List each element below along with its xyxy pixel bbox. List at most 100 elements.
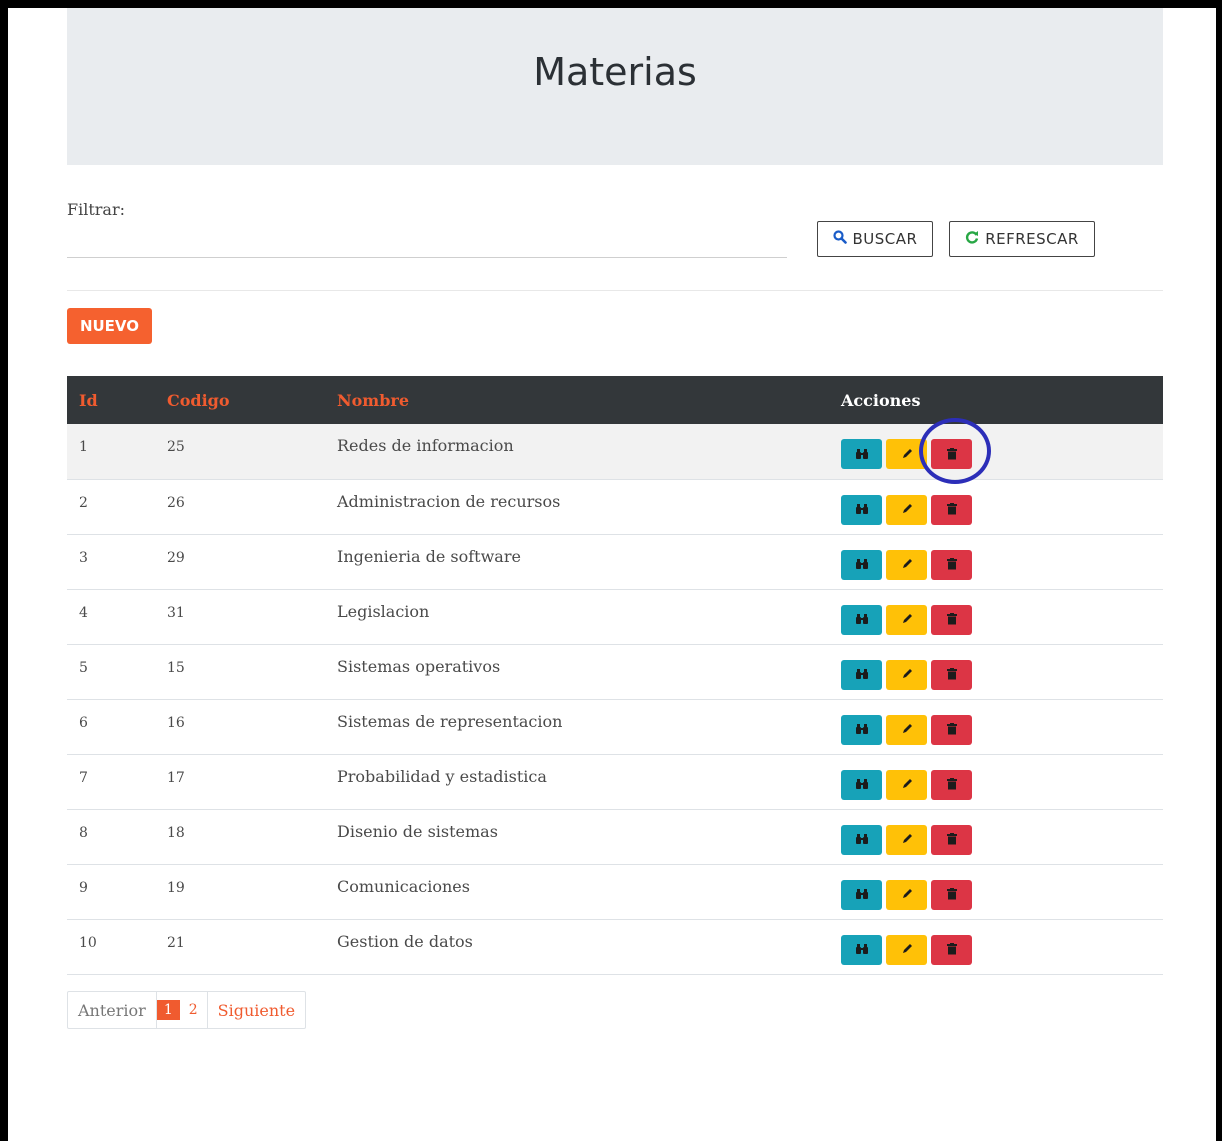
view-button[interactable] — [841, 439, 882, 469]
cell-codigo: 29 — [167, 549, 185, 566]
delete-button[interactable] — [931, 769, 972, 800]
cell-nombre: Comunicaciones — [337, 876, 470, 896]
trash-icon — [946, 720, 957, 739]
edit-button[interactable] — [886, 824, 927, 855]
cell-id: 1 — [79, 439, 88, 455]
edit-button[interactable] — [886, 934, 927, 965]
trash-icon — [946, 885, 957, 904]
cell-acciones — [829, 754, 1163, 809]
cell-nombre: Gestion de datos — [337, 931, 473, 951]
view-button[interactable] — [841, 549, 882, 580]
header-acciones: Acciones — [841, 390, 921, 410]
header-nombre[interactable]: Nombre — [325, 376, 829, 424]
cell-nombre: Redes de informacion — [337, 436, 514, 455]
edit-button[interactable] — [886, 604, 927, 635]
cell-acciones — [829, 424, 1163, 479]
pencil-icon — [901, 775, 913, 794]
pagination-page-1[interactable]: 1 — [156, 1000, 180, 1020]
edit-button[interactable] — [886, 769, 927, 800]
cell-nombre: Administracion de recursos — [337, 491, 561, 511]
edit-button[interactable] — [886, 494, 927, 525]
view-button[interactable] — [841, 824, 882, 855]
view-button[interactable] — [841, 659, 882, 690]
row-actions — [841, 769, 1163, 800]
header-codigo[interactable]: Codigo — [155, 376, 325, 424]
pencil-icon — [901, 500, 913, 519]
refrescar-button[interactable]: REFRESCAR — [949, 221, 1095, 257]
edit-button[interactable] — [886, 659, 927, 690]
cell-acciones — [829, 919, 1163, 974]
edit-button[interactable] — [886, 879, 927, 910]
pencil-icon — [901, 610, 913, 629]
binoculars-icon — [855, 940, 869, 959]
search-icon — [832, 230, 847, 248]
trash-icon — [946, 555, 957, 574]
delete-button[interactable] — [931, 549, 972, 580]
table-row: 2 26 Administracion de recursos — [67, 479, 1163, 534]
filter-input[interactable] — [67, 225, 787, 258]
table-row: 8 18 Disenio de sistemas — [67, 809, 1163, 864]
cell-codigo: 17 — [167, 769, 185, 786]
screenshot-border-left — [0, 0, 8, 1141]
row-actions — [841, 824, 1163, 855]
view-button[interactable] — [841, 934, 882, 965]
table-row: 7 17 Probabilidad y estadistica — [67, 754, 1163, 809]
cell-acciones — [829, 589, 1163, 644]
cell-acciones — [829, 644, 1163, 699]
buscar-button[interactable]: BUSCAR — [817, 221, 933, 257]
cell-acciones — [829, 699, 1163, 754]
delete-button[interactable] — [931, 604, 972, 635]
binoculars-icon — [855, 720, 869, 739]
screenshot-border-top — [0, 0, 1222, 8]
cell-codigo: 25 — [167, 439, 185, 455]
binoculars-icon — [855, 445, 869, 464]
edit-button[interactable] — [886, 549, 927, 580]
cell-id: 8 — [79, 824, 88, 841]
row-actions — [841, 714, 1163, 745]
view-button[interactable] — [841, 494, 882, 525]
screenshot-border-right — [1216, 0, 1222, 1141]
header-id[interactable]: Id — [67, 376, 155, 424]
annotation-circle — [919, 418, 991, 484]
view-button[interactable] — [841, 769, 882, 800]
pagination-prev[interactable]: Anterior — [68, 992, 157, 1028]
pagination: Anterior 1 2 Siguiente — [67, 991, 307, 1029]
cell-codigo: 15 — [167, 659, 185, 676]
cell-acciones — [829, 864, 1163, 919]
nuevo-button[interactable]: NUEVO — [67, 308, 152, 344]
trash-icon — [946, 500, 957, 519]
binoculars-icon — [855, 830, 869, 849]
row-actions — [841, 549, 1163, 580]
pagination-page-2[interactable]: 2 — [180, 992, 208, 1028]
pagination-next[interactable]: Siguiente — [208, 992, 305, 1028]
cell-codigo: 18 — [167, 824, 185, 841]
edit-button[interactable] — [886, 714, 927, 745]
trash-icon — [946, 665, 957, 684]
row-actions — [841, 879, 1163, 910]
cell-id: 7 — [79, 769, 88, 786]
view-button[interactable] — [841, 714, 882, 745]
table-row: 4 31 Legislacion — [67, 589, 1163, 644]
table-row: 10 21 Gestion de datos — [67, 919, 1163, 974]
view-button[interactable] — [841, 604, 882, 635]
cell-id: 3 — [79, 549, 88, 566]
cell-id: 6 — [79, 714, 88, 731]
cell-acciones — [829, 479, 1163, 534]
delete-button[interactable] — [931, 494, 972, 525]
delete-button[interactable] — [931, 659, 972, 690]
view-button[interactable] — [841, 879, 882, 910]
cell-nombre: Sistemas de representacion — [337, 711, 563, 731]
refresh-icon — [965, 230, 979, 248]
delete-button[interactable] — [931, 714, 972, 745]
binoculars-icon — [855, 500, 869, 519]
table-body: 1 25 Redes de informacion 2 26 Administracion… — [67, 424, 1163, 974]
delete-button[interactable] — [931, 879, 972, 910]
pencil-icon — [901, 720, 913, 739]
delete-button[interactable] — [931, 934, 972, 965]
table-row: 5 15 Sistemas operativos — [67, 644, 1163, 699]
page-title: Materias — [533, 50, 697, 94]
cell-id: 2 — [79, 494, 88, 511]
delete-button[interactable] — [931, 824, 972, 855]
pencil-icon — [901, 940, 913, 959]
materias-table: Id Codigo Nombre Acciones 1 25 Redes de in… — [67, 376, 1163, 975]
